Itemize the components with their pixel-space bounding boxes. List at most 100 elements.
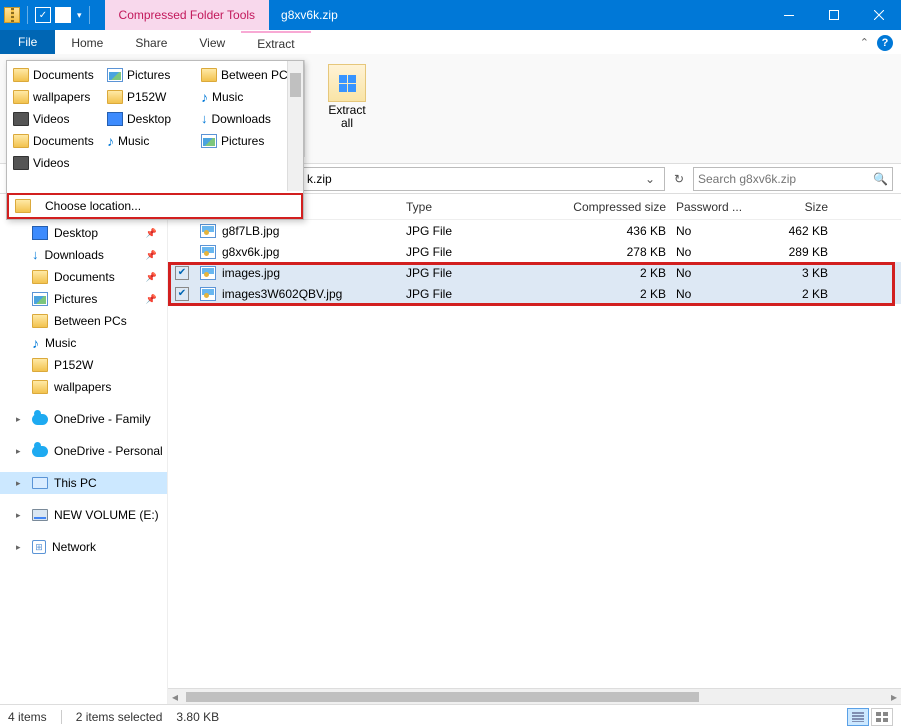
folder-icon: [201, 68, 217, 82]
context-tab-compressed[interactable]: Compressed Folder Tools: [105, 0, 270, 30]
gallery-item[interactable]: Videos: [11, 153, 101, 173]
gallery-item-label: Music: [212, 90, 243, 104]
qat-newfolder-icon[interactable]: [55, 7, 71, 23]
music-icon: ♪: [32, 336, 39, 350]
col-size[interactable]: Size: [748, 200, 838, 214]
tab-extract[interactable]: Extract: [241, 31, 310, 54]
desktop-icon: [32, 226, 48, 240]
network-icon: ⊞: [32, 540, 46, 554]
sidebar-item[interactable]: Pictures📌: [0, 288, 167, 310]
view-details-button[interactable]: [847, 708, 869, 726]
extract-all-button[interactable]: Extract all: [322, 64, 372, 130]
gallery-item-label: Documents: [33, 134, 94, 148]
gallery-item-label: wallpapers: [33, 90, 90, 104]
gallery-item[interactable]: Documents: [11, 131, 101, 151]
file-row[interactable]: images3W602QBV.jpgJPG File2 KBNo2 KB: [168, 283, 901, 304]
tab-home[interactable]: Home: [55, 31, 119, 54]
file-name: g8xv6k.jpg: [222, 245, 279, 259]
search-box[interactable]: 🔍: [693, 167, 893, 191]
pictures-icon: [32, 292, 48, 306]
sidebar-item[interactable]: Desktop📌: [0, 222, 167, 244]
file-row[interactable]: g8xv6k.jpgJPG File278 KBNo289 KB: [168, 241, 901, 262]
tab-view[interactable]: View: [183, 31, 241, 54]
col-type[interactable]: Type: [406, 200, 556, 214]
folder-icon: [32, 270, 48, 284]
qat-checkbox-icon[interactable]: ✓: [35, 7, 51, 23]
sidebar-item[interactable]: wallpapers: [0, 376, 167, 398]
folder-icon: [32, 358, 48, 372]
file-compressed: 2 KB: [556, 266, 676, 280]
sidebar-network[interactable]: ▸⊞Network: [0, 536, 167, 558]
close-button[interactable]: [856, 0, 901, 30]
address-bar[interactable]: k.zip ⌄: [302, 167, 665, 191]
file-size: 3 KB: [748, 266, 838, 280]
sidebar-new-volume[interactable]: ▸NEW VOLUME (E:): [0, 504, 167, 526]
extract-to-gallery: DocumentsPicturesBetween PCswallpapersP1…: [6, 60, 304, 220]
file-row[interactable]: g8f7LB.jpgJPG File436 KBNo462 KB: [168, 220, 901, 241]
app-icon: [4, 7, 20, 23]
tab-share[interactable]: Share: [119, 31, 183, 54]
sidebar-item[interactable]: ♪ Music: [0, 332, 167, 354]
sidebar-item[interactable]: Between PCs: [0, 310, 167, 332]
sidebar-label: Network: [52, 540, 96, 554]
gallery-item[interactable]: Videos: [11, 109, 101, 129]
help-icon[interactable]: ?: [877, 35, 893, 51]
choose-location-label: Choose location...: [45, 199, 141, 213]
horizontal-scrollbar[interactable]: ◂ ▸: [168, 688, 901, 704]
file-type: JPG File: [406, 266, 556, 280]
minimize-button[interactable]: [766, 0, 811, 30]
folder-icon: [15, 199, 31, 213]
maximize-button[interactable]: [811, 0, 856, 30]
choose-location-button[interactable]: Choose location...: [7, 193, 303, 219]
sidebar-item-label: Desktop: [54, 226, 98, 240]
sidebar-label: OneDrive - Family: [54, 412, 151, 426]
music-icon: ♪: [201, 90, 208, 104]
folder-icon: [13, 68, 29, 82]
gallery-scrollbar[interactable]: [287, 61, 303, 191]
gallery-item-label: Music: [118, 134, 149, 148]
gallery-item-label: Downloads: [212, 112, 271, 126]
file-type: JPG File: [406, 224, 556, 238]
refresh-button[interactable]: ↻: [669, 169, 689, 189]
gallery-item[interactable]: Pictures: [105, 65, 195, 85]
collapse-ribbon-icon[interactable]: ⌃: [860, 36, 869, 49]
sidebar-this-pc[interactable]: ▸This PC: [0, 472, 167, 494]
folder-icon: [107, 90, 123, 104]
qat-dropdown-icon[interactable]: ▾: [77, 10, 82, 21]
downloads-icon: ↓: [201, 112, 208, 126]
row-checkbox[interactable]: [175, 266, 189, 280]
cloud-icon: [32, 414, 48, 425]
gallery-item[interactable]: Documents: [11, 65, 101, 85]
col-password[interactable]: Password ...: [676, 200, 748, 214]
gallery-item[interactable]: P152W: [105, 87, 195, 107]
gallery-item[interactable]: wallpapers: [11, 87, 101, 107]
pictures-icon: [201, 134, 217, 148]
extract-all-label: Extract all: [322, 104, 372, 130]
file-size: 462 KB: [748, 224, 838, 238]
col-compressed[interactable]: Compressed size: [556, 200, 676, 214]
ribbon-tabs: File Home Share View Extract ⌃ ?: [0, 30, 901, 54]
view-large-button[interactable]: [871, 708, 893, 726]
sidebar-onedrive-personal[interactable]: ▸OneDrive - Personal: [0, 440, 167, 462]
address-dropdown-icon[interactable]: ⌄: [640, 169, 660, 189]
search-input[interactable]: [698, 172, 869, 186]
row-checkbox[interactable]: [175, 287, 189, 301]
file-size: 289 KB: [748, 245, 838, 259]
search-icon[interactable]: 🔍: [873, 172, 888, 186]
sidebar-label: NEW VOLUME (E:): [54, 508, 159, 522]
sidebar-item[interactable]: ↓Downloads📌: [0, 244, 167, 266]
file-name: g8f7LB.jpg: [222, 224, 279, 238]
pin-icon: 📌: [146, 294, 157, 305]
file-password: No: [676, 266, 748, 280]
sidebar-item[interactable]: P152W: [0, 354, 167, 376]
sidebar-item[interactable]: Documents📌: [0, 266, 167, 288]
pin-icon: 📌: [146, 272, 157, 283]
folder-icon: [13, 134, 29, 148]
sidebar-item-label: Music: [45, 336, 76, 350]
gallery-item[interactable]: ♪Music: [105, 131, 195, 151]
file-row[interactable]: images.jpg JPG File2 KBNo3 KB: [168, 262, 901, 283]
file-tab[interactable]: File: [0, 30, 55, 54]
file-name: images.jpg: [222, 266, 280, 280]
gallery-item[interactable]: Desktop: [105, 109, 195, 129]
sidebar-onedrive-family[interactable]: ▸OneDrive - Family: [0, 408, 167, 430]
